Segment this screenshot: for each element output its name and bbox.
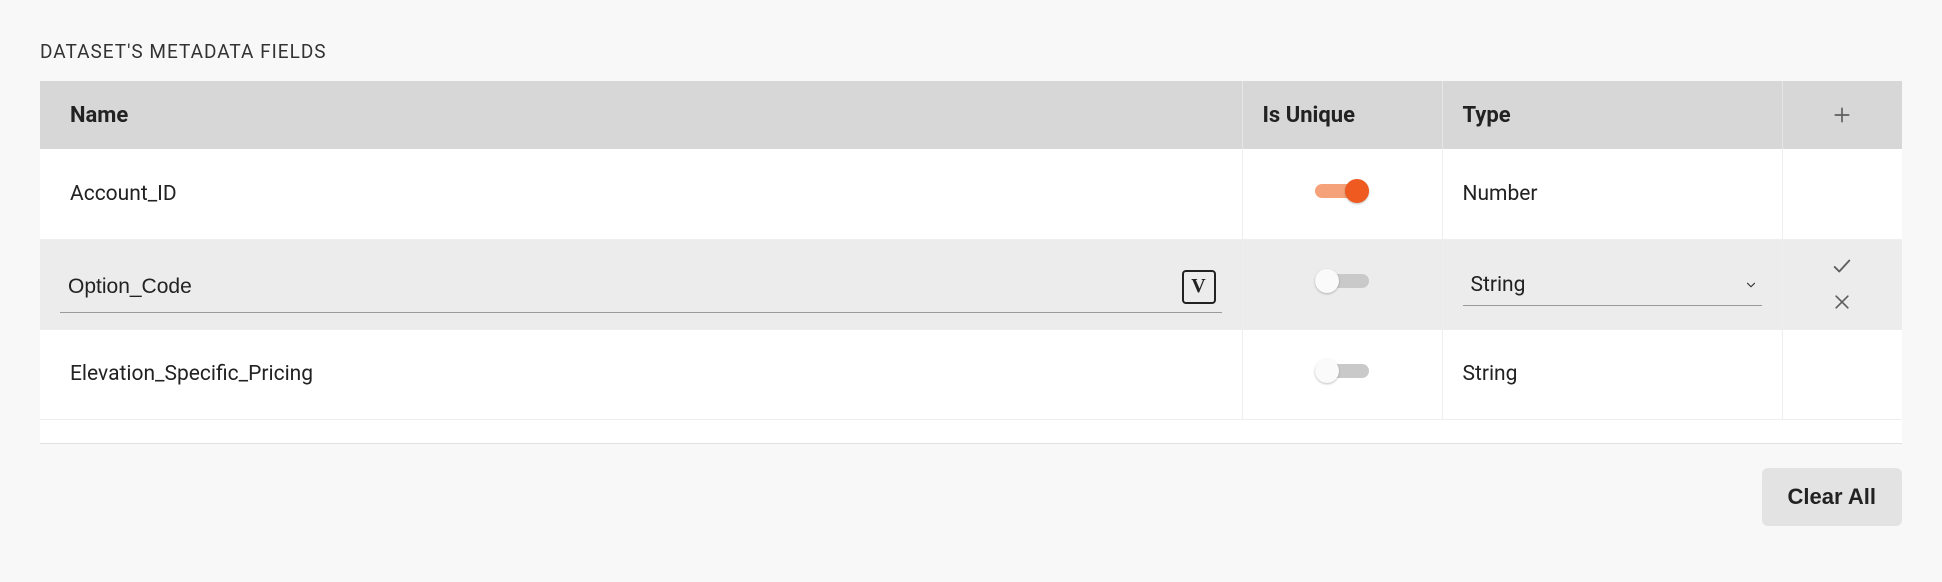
row-actions: [1782, 329, 1902, 419]
table-row: V String: [40, 239, 1902, 329]
column-header-type: Type: [1442, 81, 1782, 149]
close-icon: [1832, 292, 1852, 312]
add-field-button[interactable]: [1828, 101, 1856, 129]
vim-mode-icon: V: [1182, 270, 1216, 304]
cancel-row-button[interactable]: [1828, 288, 1856, 316]
section-title: DATASET'S METADATA FIELDS: [40, 40, 1902, 63]
row-actions: [1782, 149, 1902, 239]
table-row: Elevation_Specific_Pricing String: [40, 329, 1902, 419]
field-name-input[interactable]: [60, 275, 1170, 299]
check-icon: [1831, 255, 1853, 277]
is-unique-toggle[interactable]: [1315, 269, 1369, 293]
table-row: Account_ID Number: [40, 149, 1902, 239]
field-type: Number: [1442, 149, 1782, 239]
chevron-down-icon: [1744, 278, 1758, 292]
plus-icon: [1832, 105, 1852, 125]
toggle-knob: [1315, 269, 1339, 293]
table-spacer: [40, 419, 1902, 443]
column-header-name: Name: [40, 81, 1242, 149]
column-header-is-unique: Is Unique: [1242, 81, 1442, 149]
field-name: Elevation_Specific_Pricing: [40, 329, 1242, 419]
metadata-fields-table: Name Is Unique Type Account_ID: [40, 81, 1902, 444]
toggle-knob: [1345, 179, 1369, 203]
row-actions: [1783, 242, 1903, 326]
field-type-select-value: String: [1471, 273, 1526, 297]
clear-all-button[interactable]: Clear All: [1762, 468, 1902, 526]
field-name: Account_ID: [40, 149, 1242, 239]
is-unique-toggle[interactable]: [1315, 359, 1369, 383]
is-unique-toggle[interactable]: [1315, 179, 1369, 203]
confirm-row-button[interactable]: [1828, 252, 1856, 280]
field-type-select[interactable]: String: [1463, 263, 1762, 306]
toggle-knob: [1315, 359, 1339, 383]
column-header-actions: [1782, 81, 1902, 149]
field-type: String: [1442, 329, 1782, 419]
field-name-edit-wrap: V: [60, 256, 1222, 313]
